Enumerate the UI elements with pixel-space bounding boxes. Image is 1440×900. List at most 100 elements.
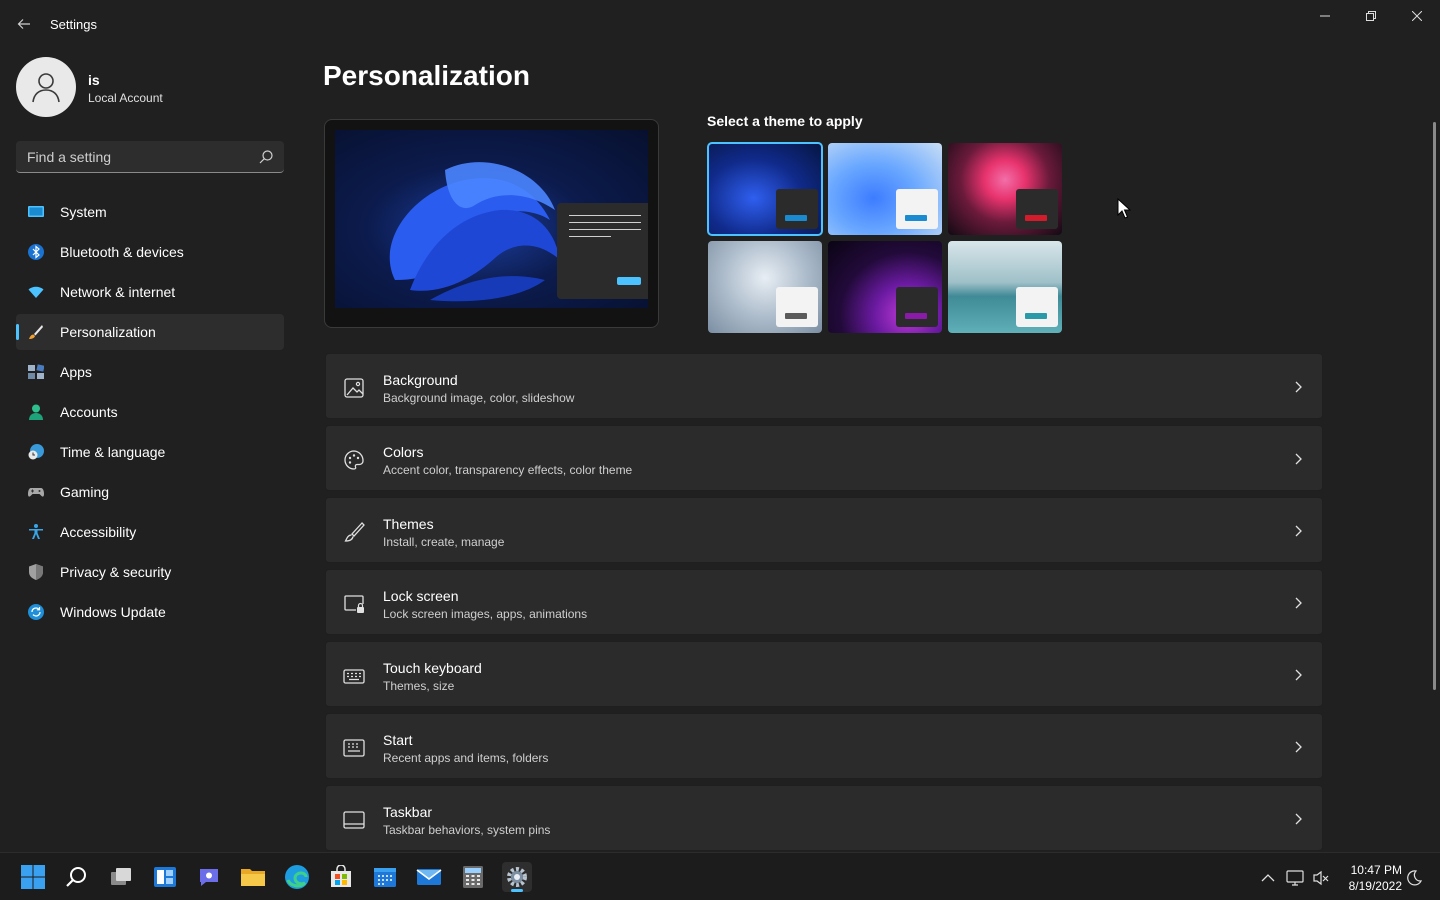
taskbar-widgets-button[interactable]	[150, 862, 180, 892]
sidebar-item-time-language[interactable]: Time & language	[16, 434, 284, 470]
sidebar-item-network[interactable]: Network & internet	[16, 274, 284, 310]
brush-icon	[344, 522, 365, 542]
person-icon	[29, 404, 43, 420]
theme-mini-window	[896, 189, 938, 229]
taskbar-icon	[343, 811, 365, 829]
setting-title: Start	[383, 732, 413, 748]
sidebar-item-personalization[interactable]: Personalization	[16, 314, 284, 350]
taskbar: 10:47 PM 8/19/2022	[0, 852, 1440, 900]
user-profile[interactable]: is Local Account	[16, 57, 286, 117]
network-monitor-icon	[1286, 870, 1304, 886]
theme-captured-motion[interactable]	[708, 241, 822, 333]
page-title: Personalization	[323, 60, 530, 91]
setting-subtitle: Background image, color, slideshow	[383, 391, 575, 405]
taskbar-store-button[interactable]	[326, 862, 356, 892]
sidebar-item-label: Gaming	[60, 484, 110, 500]
sidebar-item-windows-update[interactable]: Windows Update	[16, 594, 284, 630]
theme-mini-window	[1016, 189, 1058, 229]
system-display-icon	[28, 206, 44, 217]
taskbar-start-button[interactable]	[18, 862, 48, 892]
sidebar-item-gaming[interactable]: Gaming	[16, 474, 284, 510]
theme-heading: Select a theme to apply	[707, 113, 863, 129]
setting-start[interactable]: Start Recent apps and items, folders	[325, 713, 1323, 779]
search-icon	[259, 150, 273, 164]
accessibility-icon	[29, 524, 43, 539]
search-input[interactable]: Find a setting	[16, 141, 284, 173]
app-title: Settings	[50, 17, 97, 32]
wifi-icon	[28, 286, 44, 298]
theme-mini-window	[776, 189, 818, 229]
setting-lock-screen[interactable]: Lock screen Lock screen images, apps, an…	[325, 569, 1323, 635]
clock-time: 10:47 PM	[1350, 863, 1402, 877]
task-view-icon	[111, 868, 131, 885]
preview-line	[569, 215, 641, 216]
sidebar-nav: System Bluetooth & devices Network & int…	[16, 194, 284, 634]
back-button[interactable]	[12, 12, 36, 36]
theme-mini-window	[776, 287, 818, 327]
theme-mini-accent	[905, 313, 927, 319]
theme-flow[interactable]	[948, 241, 1062, 333]
setting-title: Lock screen	[383, 588, 459, 604]
setting-taskbar[interactable]: Taskbar Taskbar behaviors, system pins	[325, 785, 1323, 851]
globe-clock-icon	[28, 444, 44, 460]
tray-volume-button[interactable]	[1312, 869, 1330, 887]
minimize-button[interactable]	[1302, 0, 1348, 32]
taskbar-calendar-button[interactable]	[370, 862, 400, 892]
theme-mini-window	[896, 287, 938, 327]
store-icon	[331, 865, 351, 887]
tray-focus-button[interactable]	[1405, 869, 1423, 887]
tray-overflow-button[interactable]	[1259, 869, 1277, 887]
sidebar-item-bluetooth[interactable]: Bluetooth & devices	[16, 234, 284, 270]
taskbar-chat-button[interactable]	[194, 862, 224, 892]
restore-icon	[1366, 11, 1376, 21]
sidebar-item-accounts[interactable]: Accounts	[16, 394, 284, 430]
profile-name: is	[88, 72, 100, 88]
taskbar-search-button[interactable]	[62, 862, 92, 892]
setting-subtitle: Recent apps and items, folders	[383, 751, 549, 765]
theme-glow[interactable]	[948, 143, 1062, 235]
taskbar-edge-button[interactable]	[282, 862, 312, 892]
mouse-cursor-icon	[1117, 198, 1131, 219]
sidebar-item-label: Accessibility	[60, 524, 137, 540]
theme-windows-dark[interactable]	[707, 142, 823, 236]
chevron-right-icon	[1295, 741, 1302, 753]
chevron-right-icon	[1295, 669, 1302, 681]
theme-mini-accent	[785, 215, 807, 221]
sidebar-item-accessibility[interactable]: Accessibility	[16, 514, 284, 550]
sidebar-item-privacy-security[interactable]: Privacy & security	[16, 554, 284, 590]
setting-subtitle: Install, create, manage	[383, 535, 505, 549]
theme-mini-window	[1016, 287, 1058, 327]
preview-desktop	[335, 130, 648, 308]
setting-colors[interactable]: Colors Accent color, transparency effect…	[325, 425, 1323, 491]
setting-subtitle: Taskbar behaviors, system pins	[383, 823, 551, 837]
close-button[interactable]	[1394, 0, 1440, 32]
taskbar-file-explorer-button[interactable]	[238, 862, 268, 892]
taskbar-clock[interactable]: 10:47 PM 8/19/2022	[1336, 862, 1402, 894]
sidebar-item-label: Windows Update	[60, 604, 166, 620]
profile-account-type: Local Account	[88, 91, 163, 105]
preview-line	[569, 229, 641, 230]
theme-sunrise[interactable]	[828, 241, 942, 333]
taskbar-calculator-button[interactable]	[458, 862, 488, 892]
setting-background[interactable]: Background Background image, color, slid…	[325, 353, 1323, 419]
sidebar-item-label: Bluetooth & devices	[60, 244, 184, 260]
sync-icon	[28, 604, 44, 620]
taskbar-task-view-button[interactable]	[106, 862, 136, 892]
vertical-scrollbar[interactable]	[1433, 122, 1436, 690]
setting-touch-keyboard[interactable]: Touch keyboard Themes, size	[325, 641, 1323, 707]
taskbar-mail-button[interactable]	[414, 862, 444, 892]
sidebar-item-apps[interactable]: Apps	[16, 354, 284, 390]
theme-windows-light[interactable]	[828, 143, 942, 235]
widgets-icon	[154, 867, 176, 887]
gamepad-icon	[28, 488, 44, 497]
sidebar-item-label: Personalization	[60, 324, 156, 340]
taskbar-settings-button[interactable]	[502, 862, 532, 892]
chevron-right-icon	[1295, 381, 1302, 393]
minimize-icon	[1320, 15, 1330, 17]
tray-network-button[interactable]	[1286, 869, 1304, 887]
restore-button[interactable]	[1348, 0, 1394, 32]
sidebar-item-label: Privacy & security	[60, 564, 172, 580]
setting-themes[interactable]: Themes Install, create, manage	[325, 497, 1323, 563]
sidebar-item-system[interactable]: System	[16, 194, 284, 230]
search-placeholder: Find a setting	[27, 149, 112, 165]
